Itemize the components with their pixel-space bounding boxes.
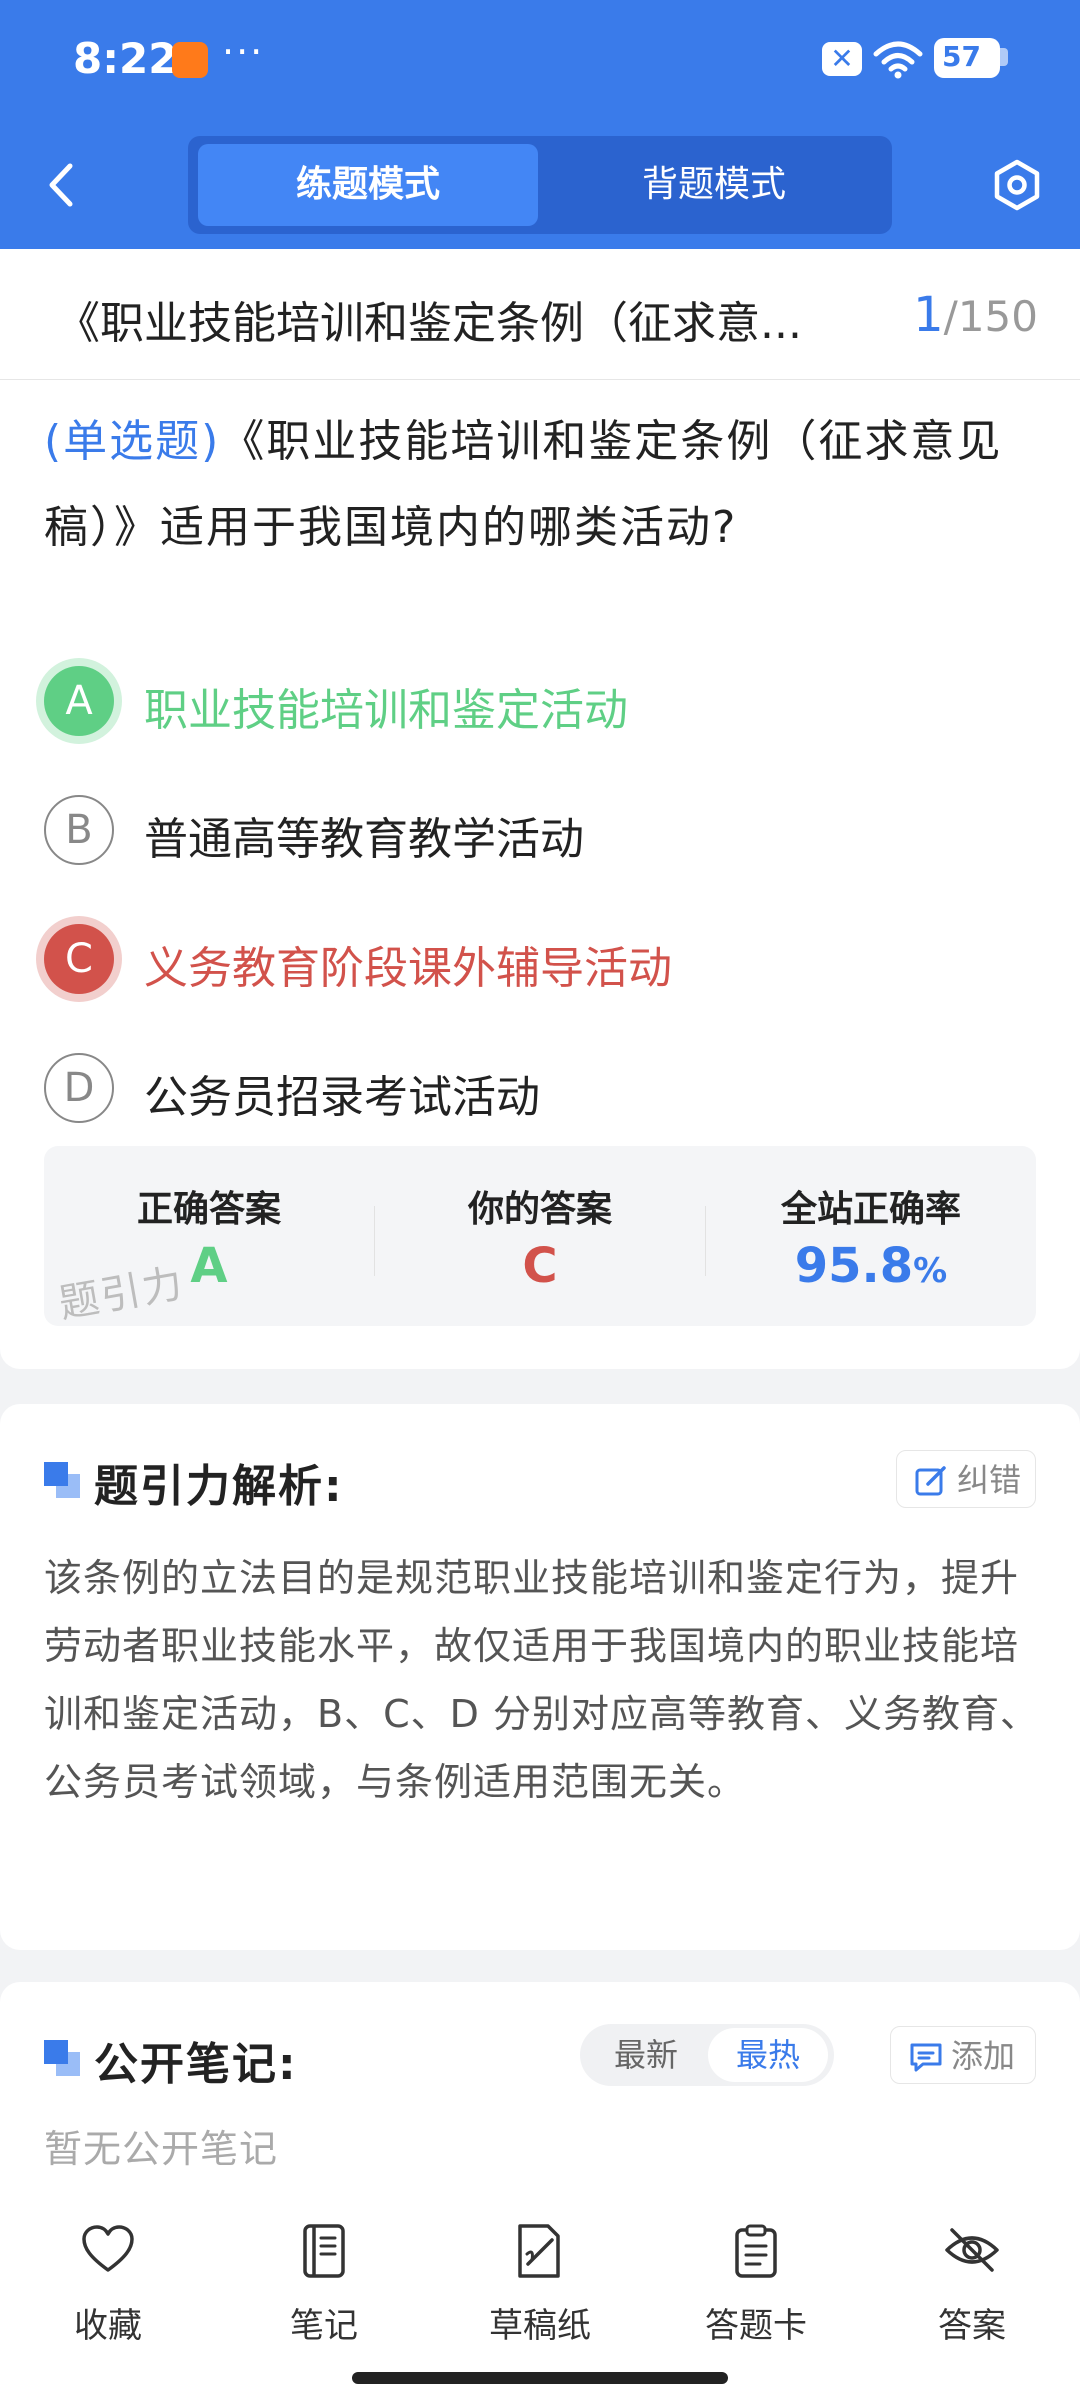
report-error-label: 纠错 [957,1461,1022,1499]
option-c[interactable]: C 义务教育阶段课外辅导活动 [44,914,1024,1004]
draft-paper-button[interactable]: 草稿纸 [460,2224,620,2346]
toolbar-label: 答题卡 [705,2306,807,2346]
option-a[interactable]: A 职业技能培训和鉴定活动 [44,656,1024,746]
draft-paper-icon [518,2224,560,2278]
chevron-left-icon[interactable] [40,158,84,212]
add-note-label: 添加 [951,2037,1016,2075]
option-text: 义务教育阶段课外辅导活动 [144,943,672,994]
option-letter: C [44,924,114,994]
battery-icon: 57 [934,38,1000,78]
your-answer-block: 你的答案 C [375,1146,705,1326]
question-card: 《职业技能培训和鉴定条例（征求意... 1/150 (单选题)《职业技能培训和鉴… [0,249,1080,1369]
eye-off-icon [945,2228,999,2272]
notes-title: 公开笔记: [94,2039,298,2090]
app-header: 8:22 ··· ✕ 57 练题模式 背题模式 [0,0,1080,249]
notes-sort-switch: 最新 最热 [580,2024,834,2086]
notes-button[interactable]: 笔记 [244,2224,404,2346]
tab-recite-mode[interactable]: 背题模式 [544,144,884,226]
section-icon [44,2040,82,2078]
question-text: (单选题)《职业技能培训和鉴定条例（征求意见稿）》适用于我国境内的哪类活动? [44,399,1040,571]
your-answer-value: C [522,1238,558,1294]
tab-practice-mode[interactable]: 练题模式 [198,144,538,226]
more-notifications-icon: ··· [222,30,265,74]
status-bar: 8:22 ··· ✕ 57 [0,0,1080,120]
answer-summary: 正确答案 A 你的答案 C 全站正确率 95.8% 题引力 [44,1146,1036,1326]
empty-notes-text: 暂无公开笔记 [44,2127,279,2171]
toolbar-label: 笔记 [290,2306,358,2346]
analysis-card: 题引力解析: 纠错 该条例的立法目的是规范职业技能培训和鉴定行为，提升劳动者职业… [0,1404,1080,1950]
option-text: 公务员招录考试活动 [144,1072,540,1123]
correct-answer-label: 正确答案 [136,1189,281,1230]
option-b[interactable]: B 普通高等教育教学活动 [44,785,1024,875]
rate-unit: % [913,1251,948,1291]
no-sim-icon: ✕ [822,42,862,76]
comment-icon [910,2043,942,2072]
heart-icon [82,2225,134,2272]
status-time: 8:22 [73,34,178,83]
option-text: 普通高等教育教学活动 [144,814,584,865]
mode-switch: 练题模式 背题模式 [188,136,892,234]
settings-icon[interactable] [990,158,1044,212]
option-text: 职业技能培训和鉴定活动 [144,685,628,736]
answer-sheet-icon [735,2224,777,2278]
question-type: (单选题) [44,416,221,467]
option-letter: D [44,1053,114,1123]
question-progress[interactable]: 1/150 [913,287,1038,343]
toolbar-label: 答案 [938,2306,1006,2346]
option-letter: A [44,666,114,736]
correct-rate-value: 95.8% [706,1238,1036,1294]
home-indicator[interactable] [352,2372,728,2384]
battery-level: 57 [942,40,981,73]
sort-latest[interactable]: 最新 [586,2024,706,2086]
favorite-button[interactable]: 收藏 [28,2224,188,2346]
section-icon [44,1462,82,1500]
bottom-toolbar: 收藏 笔记 草稿纸 答题卡 答案 [0,2190,1080,2400]
option-letter: B [44,795,114,865]
battery-tip [1000,48,1008,66]
edit-icon [915,1466,946,1496]
option-d[interactable]: D 公务员招录考试活动 [44,1043,1024,1133]
toolbar-label: 收藏 [74,2306,142,2346]
correct-rate-label: 全站正确率 [780,1189,961,1230]
notebook-icon [303,2224,345,2278]
rate-number: 95.8 [794,1238,914,1294]
exam-title-row: 《职业技能培训和鉴定条例（征求意... 1/150 [0,249,1080,380]
exam-title: 《职业技能培训和鉴定条例（征求意... [56,298,802,349]
answer-sheet-button[interactable]: 答题卡 [676,2224,836,2346]
add-note-button[interactable]: 添加 [890,2026,1036,2084]
progress-total: /150 [943,292,1038,341]
app-notification-icon [172,42,208,78]
toolbar-label: 草稿纸 [489,2306,591,2346]
sort-hot[interactable]: 最热 [708,2028,828,2082]
your-answer-label: 你的答案 [467,1189,612,1230]
analysis-text: 该条例的立法目的是规范职业技能培训和鉴定行为，提升劳动者职业技能水平，故仅适用于… [44,1556,1039,1804]
report-error-button[interactable]: 纠错 [896,1450,1036,1508]
wifi-icon [873,41,923,79]
progress-current: 1 [913,287,944,343]
analysis-title: 题引力解析: [94,1461,344,1512]
show-answer-button[interactable]: 答案 [892,2224,1052,2346]
correct-rate-block: 全站正确率 95.8% [706,1146,1036,1326]
